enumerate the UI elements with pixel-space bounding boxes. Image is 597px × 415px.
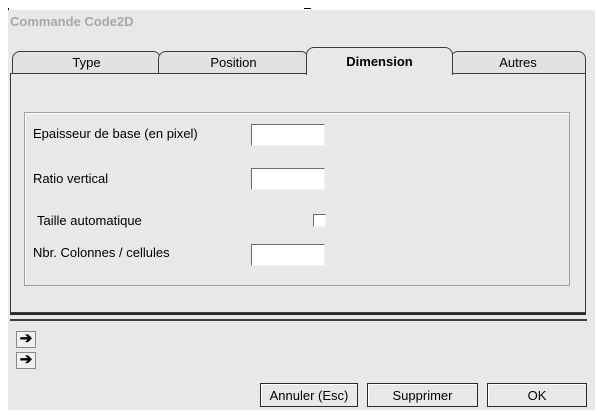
auto-size-checkbox[interactable] [313,214,326,227]
tab-type[interactable]: Type [12,51,161,74]
right-arrow-icon[interactable]: ➔ [16,331,36,348]
tab-autres[interactable]: Autres [450,51,586,74]
columns-cells-label: Nbr. Colonnes / cellules [33,245,170,260]
window-title: Commande Code2D [10,14,134,29]
tab-dimension[interactable]: Dimension [306,47,453,75]
auto-size-label: Taille automatique [37,213,142,228]
ratio-vertical-input[interactable] [251,168,325,190]
ratio-vertical-label: Ratio vertical [33,171,109,186]
base-thickness-input[interactable] [251,124,325,146]
tab-position[interactable]: Position [158,51,309,74]
columns-cells-input[interactable] [251,244,325,266]
separator [10,319,587,321]
ok-button[interactable]: OK [487,383,587,407]
base-thickness-label: Epaisseur de base (en pixel) [33,126,198,141]
right-arrow-icon[interactable]: ➔ [16,352,36,369]
corner-mark [304,8,311,9]
cancel-button[interactable]: Annuler (Esc) [260,383,358,407]
delete-button[interactable]: Supprimer [367,383,478,407]
